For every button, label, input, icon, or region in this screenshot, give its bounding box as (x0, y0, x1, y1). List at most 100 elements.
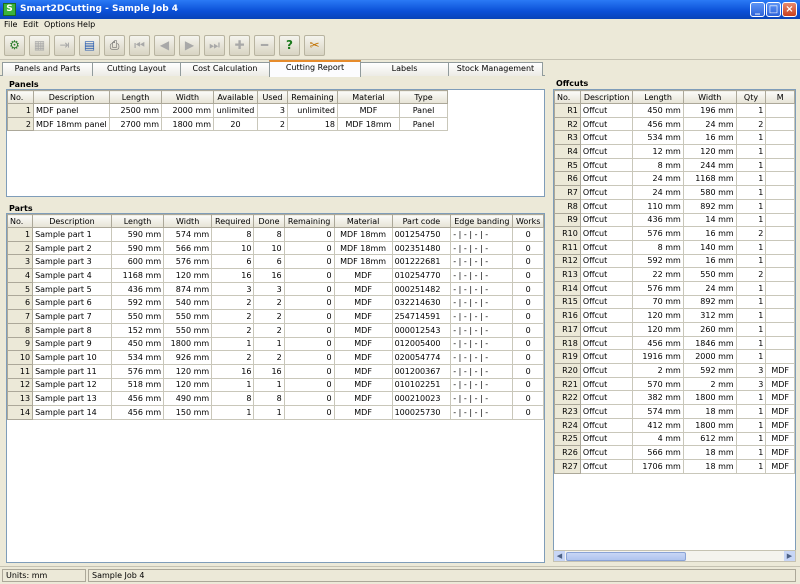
parts-cell[interactable]: 4 (7, 268, 34, 283)
offcuts-cell[interactable]: 1 (735, 280, 767, 296)
offcuts-cell[interactable]: Offcut (579, 280, 634, 296)
offcuts-row[interactable]: R25 Offcut 4 mm 612 mm 1 MDF (554, 431, 795, 447)
parts-column-header[interactable]: Edge banding (450, 214, 514, 228)
offcuts-cell[interactable]: R6 (554, 171, 581, 187)
offcuts-cell[interactable]: MDF (765, 363, 795, 378)
parts-cell[interactable]: Sample part 6 (32, 295, 112, 311)
parts-cell[interactable]: Sample part 3 (32, 254, 112, 270)
offcuts-row[interactable]: R14 Offcut 576 mm 24 mm 1 (554, 280, 795, 296)
offcuts-cell[interactable]: 570 mm (632, 376, 684, 392)
parts-cell[interactable]: MDF (333, 295, 393, 311)
offcuts-cell[interactable]: 312 mm (682, 308, 737, 323)
parts-cell[interactable]: - | - | - | - (450, 295, 514, 311)
parts-cell[interactable]: 450 mm (110, 336, 165, 352)
offcuts-cell[interactable] (765, 226, 795, 241)
parts-cell[interactable]: 534 mm (110, 350, 165, 365)
offcuts-cell[interactable]: Offcut (579, 390, 634, 406)
offcuts-cell[interactable]: 1 (735, 239, 767, 255)
parts-cell[interactable]: 6 (7, 295, 34, 311)
parts-cell[interactable]: 574 mm (163, 227, 213, 242)
panels-cell[interactable]: 3 (257, 103, 288, 118)
parts-cell[interactable]: 0 (283, 404, 335, 420)
offcuts-cell[interactable]: Offcut (579, 212, 634, 228)
parts-cell[interactable]: 0 (512, 336, 544, 352)
parts-cell[interactable]: 2 (211, 309, 255, 324)
offcuts-cell[interactable]: 2 mm (682, 376, 737, 392)
offcuts-row[interactable]: R19 Offcut 1916 mm 2000 mm 1 (554, 349, 795, 365)
parts-cell[interactable]: MDF (333, 391, 393, 406)
offcuts-cell[interactable] (765, 253, 795, 269)
parts-cell[interactable]: MDF (333, 309, 393, 324)
offcuts-row[interactable]: R9 Offcut 436 mm 14 mm 1 (554, 212, 795, 228)
parts-cell[interactable]: 0 (283, 377, 335, 393)
offcuts-cell[interactable]: Offcut (579, 376, 634, 392)
parts-cell[interactable]: 0 (512, 350, 544, 365)
offcuts-cell[interactable]: R7 (554, 185, 581, 200)
parts-cell[interactable]: 9 (7, 336, 34, 352)
parts-cell[interactable]: 2 (253, 350, 285, 365)
offcuts-cell[interactable]: 1 (735, 185, 767, 200)
parts-cell[interactable]: 2 (253, 295, 285, 311)
tools-icon[interactable]: ✂ (304, 35, 325, 56)
parts-cell[interactable]: 1 (211, 336, 255, 352)
last-icon[interactable]: ⏭ (204, 35, 225, 56)
offcuts-column-header[interactable]: No. (554, 90, 581, 104)
parts-cell[interactable]: - | - | - | - (450, 363, 514, 379)
offcuts-cell[interactable]: 1 (735, 294, 767, 310)
offcuts-cell[interactable]: R13 (554, 267, 581, 282)
offcuts-cell[interactable]: 1800 mm (682, 417, 737, 433)
parts-cell[interactable]: 14 (7, 404, 34, 420)
offcuts-cell[interactable]: 18 mm (682, 458, 737, 474)
offcuts-row[interactable]: R24 Offcut 412 mm 1800 mm 1 MDF (554, 417, 795, 433)
offcuts-cell[interactable]: R18 (554, 335, 581, 351)
help-icon[interactable]: ? (279, 35, 300, 56)
parts-cell[interactable]: 0 (283, 254, 335, 270)
offcuts-cell[interactable]: Offcut (579, 253, 634, 269)
offcuts-cell[interactable]: 450 mm (632, 103, 684, 118)
offcuts-row[interactable]: R18 Offcut 456 mm 1846 mm 1 (554, 335, 795, 351)
parts-cell[interactable]: 002351480 (391, 240, 452, 256)
parts-cell[interactable]: 254714591 (391, 309, 452, 324)
parts-cell[interactable]: 0 (283, 281, 335, 297)
offcuts-cell[interactable]: Offcut (579, 185, 634, 200)
offcuts-cell[interactable]: R23 (554, 404, 581, 419)
offcuts-cell[interactable]: Offcut (579, 157, 634, 173)
parts-cell[interactable]: 550 mm (163, 322, 213, 338)
parts-cell[interactable]: 3 (211, 281, 255, 297)
parts-cell[interactable]: MDF (333, 336, 393, 352)
parts-cell[interactable]: Sample part 14 (32, 404, 112, 420)
offcuts-cell[interactable]: R15 (554, 294, 581, 310)
offcuts-cell[interactable]: 8 mm (632, 239, 684, 255)
offcuts-cell[interactable]: R12 (554, 253, 581, 269)
offcuts-cell[interactable]: 574 mm (632, 404, 684, 419)
offcuts-cell[interactable]: 1 (735, 322, 767, 337)
menu-options[interactable]: Options (44, 20, 75, 29)
offcuts-cell[interactable]: 18 mm (682, 404, 737, 419)
parts-cell[interactable]: Sample part 10 (32, 350, 112, 365)
offcuts-cell[interactable] (765, 294, 795, 310)
parts-cell[interactable]: 0 (283, 391, 335, 406)
offcuts-cell[interactable]: Offcut (579, 417, 634, 433)
offcuts-cell[interactable]: 24 mm (682, 280, 737, 296)
parts-cell[interactable]: 0 (283, 363, 335, 379)
parts-cell[interactable]: 0 (283, 268, 335, 283)
offcuts-row[interactable]: R3 Offcut 534 mm 16 mm 1 (554, 130, 795, 146)
offcuts-cell[interactable]: 1916 mm (632, 349, 684, 365)
offcuts-cell[interactable] (765, 116, 795, 132)
offcuts-cell[interactable]: Offcut (579, 445, 634, 460)
panels-column-header[interactable]: Material (337, 90, 400, 104)
parts-cell[interactable]: 152 mm (110, 322, 165, 338)
offcuts-cell[interactable]: 1 (735, 417, 767, 433)
parts-row[interactable]: 3 Sample part 3 600 mm 576 mm 6 6 0 MDF 18mm 001… (7, 254, 544, 270)
menu-help[interactable]: Help (77, 20, 95, 29)
offcuts-cell[interactable]: 1 (735, 445, 767, 460)
panels-cell[interactable]: MDF 18mm (337, 116, 400, 132)
scrollbar-thumb[interactable] (566, 552, 686, 561)
parts-cell[interactable]: MDF (333, 281, 393, 297)
offcuts-cell[interactable]: 8 mm (632, 157, 684, 173)
parts-cell[interactable]: - | - | - | - (450, 377, 514, 393)
parts-cell[interactable]: Sample part 7 (32, 309, 112, 324)
offcuts-cell[interactable]: 14 mm (682, 212, 737, 228)
parts-cell[interactable]: 3 (7, 254, 34, 270)
parts-cell[interactable]: Sample part 5 (32, 281, 112, 297)
